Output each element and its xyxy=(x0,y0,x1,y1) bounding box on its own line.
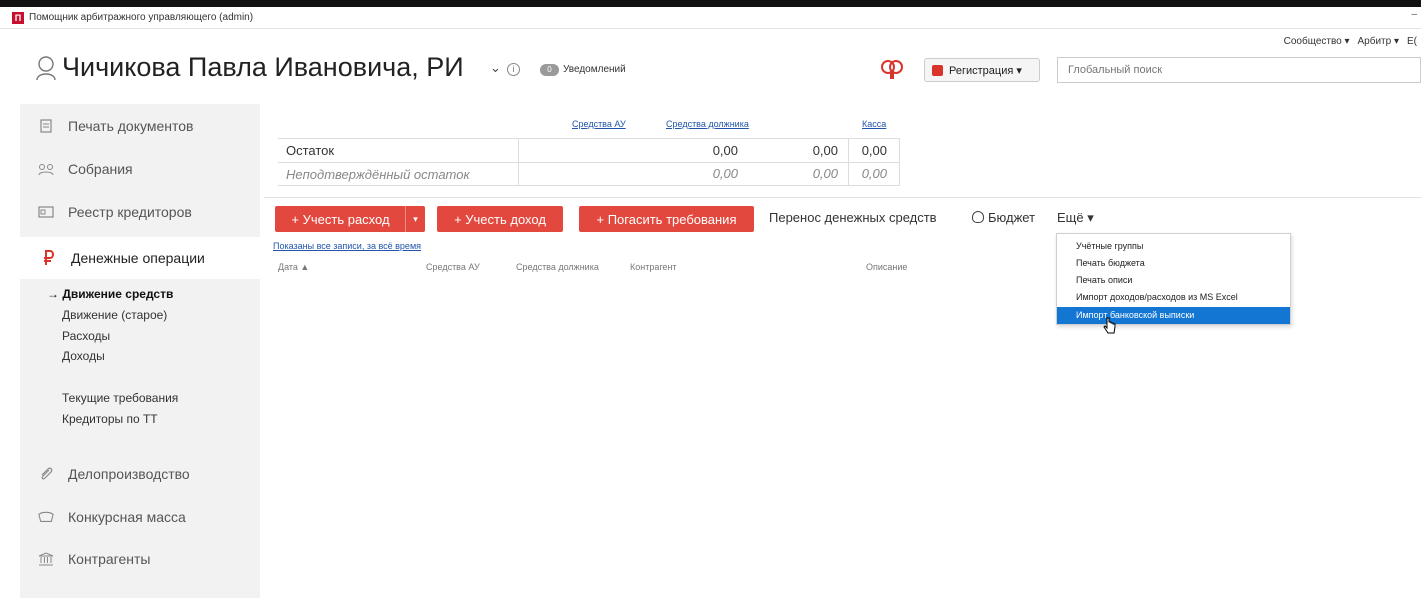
balance-value: 0,00 xyxy=(848,138,900,163)
balance-row-unconfirmed: Неподтверждённый остаток 0,00 0,00 0,00 xyxy=(278,162,900,186)
more-dropdown-menu: Учётные группы Печать бюджета Печать опи… xyxy=(1056,233,1291,325)
notifications-label[interactable]: Уведомлений xyxy=(563,64,626,75)
minimize-button[interactable]: – xyxy=(1411,9,1417,20)
budget-button[interactable]: Бюджет xyxy=(972,210,1035,225)
column-debtor-funds[interactable]: Средства должника xyxy=(516,262,599,272)
sidebar-item-label: Собрания xyxy=(68,161,133,177)
subnav-incomes[interactable]: Доходы xyxy=(62,349,105,363)
window-top-border xyxy=(0,0,1421,7)
add-expense-button[interactable]: + Учесть расход xyxy=(275,206,406,232)
title-chevron-down-icon[interactable]: ⌄ xyxy=(490,60,501,76)
balance-value: 0,00 xyxy=(518,138,748,163)
sidebar-item-counterparties[interactable]: Контрагенты xyxy=(20,539,260,579)
sidebar-item-meetings[interactable]: Собрания xyxy=(20,149,260,189)
extra-menu[interactable]: Е( xyxy=(1407,36,1417,47)
registration-icon xyxy=(932,64,943,76)
balance-row-remaining: Остаток 0,00 0,00 0,00 xyxy=(278,138,900,163)
records-filter-link[interactable]: Показаны все записи, за всё время xyxy=(273,241,421,251)
paperclip-icon xyxy=(38,466,54,482)
subnav-money-movement[interactable]: → Движение средств xyxy=(47,287,173,301)
menu-item-accounting-groups[interactable]: Учётные группы xyxy=(1057,238,1290,255)
meeting-icon xyxy=(38,161,54,177)
subnav-current-creditors[interactable]: Кредиторы по ТТ xyxy=(62,412,158,426)
sidebar-item-label: Реестр кредиторов xyxy=(68,204,192,220)
menu-item-print-inventory[interactable]: Печать описи xyxy=(1057,272,1290,289)
add-expense-dropdown-button[interactable]: ▾ xyxy=(405,206,425,232)
arbitr-menu[interactable]: Арбитр ▾ xyxy=(1358,36,1399,47)
budget-label: Бюджет xyxy=(988,210,1036,225)
sidebar-item-label: Контрагенты xyxy=(68,551,151,567)
info-icon[interactable]: i xyxy=(507,63,520,76)
menu-item-import-excel[interactable]: Импорт доходов/расходов из MS Excel xyxy=(1057,289,1290,306)
sidebar-item-label: Денежные операции xyxy=(71,250,205,266)
registration-button[interactable]: Регистрация ▾ xyxy=(924,58,1040,82)
budget-icon xyxy=(972,211,984,223)
balance-value: 0,00 xyxy=(848,162,900,186)
top-links: Сообщество ▾ Арбитр ▾ Е( xyxy=(1284,36,1417,47)
document-icon xyxy=(38,118,54,134)
community-menu[interactable]: Сообщество ▾ xyxy=(1284,36,1350,47)
registry-icon xyxy=(38,204,54,220)
ruble-icon xyxy=(41,250,57,266)
person-icon xyxy=(36,56,56,81)
mouse-cursor-icon xyxy=(1103,317,1116,334)
balance-value: 0,00 xyxy=(518,162,748,186)
bank-icon xyxy=(38,551,54,567)
balance-header-au-funds[interactable]: Средства АУ xyxy=(572,119,626,129)
notifications-badge[interactable]: 0 xyxy=(540,64,559,76)
sidebar-item-print-documents[interactable]: Печать документов xyxy=(20,106,260,146)
sidebar-item-money-operations[interactable]: Денежные операции xyxy=(20,237,260,279)
global-search-input[interactable] xyxy=(1057,57,1421,83)
page-title: Чичикова Павла Ивановича, РИ xyxy=(62,52,464,82)
menu-item-import-bank-statement[interactable]: Импорт банковской выписки xyxy=(1057,307,1290,324)
balance-row-label: Остаток xyxy=(286,143,335,158)
column-counterparty[interactable]: Контрагент xyxy=(630,262,677,272)
window-titlebar: П Помощник арбитражного управляющего (ad… xyxy=(0,7,1421,29)
column-date[interactable]: Дата ▲ xyxy=(278,262,309,272)
sidebar-item-creditors-registry[interactable]: Реестр кредиторов xyxy=(20,192,260,232)
window-title: Помощник арбитражного управляющего (admi… xyxy=(29,12,254,23)
app-icon: П xyxy=(12,11,24,24)
balance-header-debtor-funds[interactable]: Средства должника xyxy=(666,119,749,129)
column-au-funds[interactable]: Средства АУ xyxy=(426,262,480,272)
balance-row-label: Неподтверждённый остаток xyxy=(286,166,470,182)
subnav-movement-old[interactable]: Движение (старое) xyxy=(62,308,167,322)
sidebar-item-bankruptcy-estate[interactable]: Конкурсная масса xyxy=(20,497,260,537)
menu-item-print-budget[interactable]: Печать бюджета xyxy=(1057,255,1290,272)
balance-value: 0,00 xyxy=(812,142,838,158)
section-divider xyxy=(264,197,1421,198)
balance-value: 0,00 xyxy=(812,166,838,181)
subnav-current-claims[interactable]: Текущие требования xyxy=(62,391,178,405)
more-menu-button[interactable]: Ещё ▾ xyxy=(1057,210,1094,226)
sidebar-item-label: Печать документов xyxy=(68,118,194,134)
repay-claims-button[interactable]: + Погасить требования xyxy=(579,206,754,232)
sidebar-item-label: Делопроизводство xyxy=(68,466,190,482)
sidebar-item-label: Конкурсная масса xyxy=(68,509,186,525)
lifebuoy-icon[interactable] xyxy=(880,57,904,81)
balance-header-cash[interactable]: Касса xyxy=(862,119,886,129)
transfer-funds-button[interactable]: Перенос денежных средств xyxy=(769,210,937,225)
sidebar-item-records-management[interactable]: Делопроизводство xyxy=(20,454,260,494)
wallet-icon xyxy=(38,509,54,525)
column-description[interactable]: Описание xyxy=(866,262,907,272)
add-income-button[interactable]: + Учесть доход xyxy=(437,206,563,232)
subnav-expenses[interactable]: Расходы xyxy=(62,329,110,343)
registration-label: Регистрация ▾ xyxy=(949,64,1022,77)
